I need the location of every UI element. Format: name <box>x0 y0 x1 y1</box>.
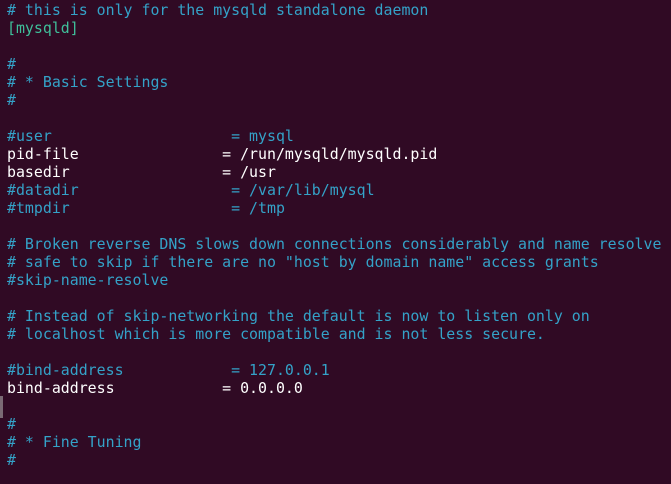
config-line: # <box>7 415 16 433</box>
config-line: basedir = /usr <box>7 163 276 181</box>
config-line: [mysqld] <box>7 19 79 37</box>
config-line: pid-file = /run/mysqld/mysqld.pid <box>7 145 438 163</box>
config-line: #skip-name-resolve <box>7 271 169 289</box>
config-line: # Broken reverse DNS slows down connecti… <box>7 235 662 253</box>
config-line: # this is only for the mysqld standalone… <box>7 1 429 19</box>
config-line: # Instead of skip-networking the default… <box>7 307 590 325</box>
config-line: #user = mysql <box>7 127 294 145</box>
terminal-editor[interactable]: # this is only for the mysqld standalone… <box>0 0 671 484</box>
config-line: #tmpdir = /tmp <box>7 199 285 217</box>
config-line: # localhost which is more compatible and… <box>7 325 545 343</box>
config-line: #datadir = /var/lib/mysql <box>7 181 375 199</box>
config-line: # <box>7 91 16 109</box>
config-line: #bind-address = 127.0.0.1 <box>7 361 330 379</box>
window-edge-marker <box>0 396 3 418</box>
config-line: bind-address = 0.0.0.0 <box>7 379 303 397</box>
config-line: # <box>7 451 16 469</box>
config-line: # <box>7 55 16 73</box>
config-line: # safe to skip if there are no "host by … <box>7 253 599 271</box>
config-line: # * Basic Settings <box>7 73 169 91</box>
config-line: # * Fine Tuning <box>7 433 142 451</box>
